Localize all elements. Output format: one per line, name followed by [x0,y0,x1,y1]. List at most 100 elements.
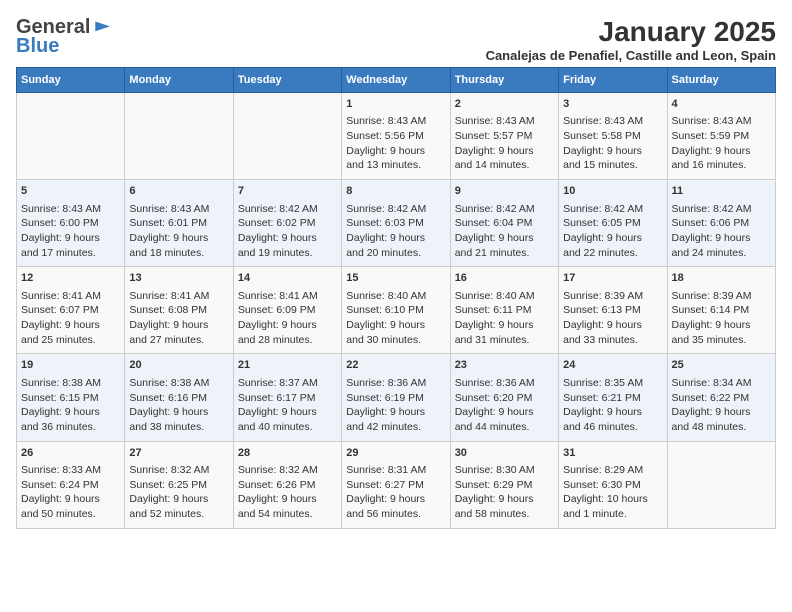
day-number: 25 [672,358,771,373]
day-info-line: and 30 minutes. [346,333,445,348]
logo-flag-icon [92,21,110,35]
day-info-line: and 48 minutes. [672,420,771,435]
day-number: 23 [455,358,554,373]
calendar-cell: 21Sunrise: 8:37 AMSunset: 6:17 PMDayligh… [233,354,341,441]
calendar-cell: 14Sunrise: 8:41 AMSunset: 6:09 PMDayligh… [233,267,341,354]
day-info-line: Sunrise: 8:32 AM [129,463,228,478]
day-info-line: Daylight: 9 hours [346,144,445,159]
day-info-line: Daylight: 9 hours [346,318,445,333]
weekday-header-row: SundayMondayTuesdayWednesdayThursdayFrid… [17,68,776,93]
day-info-line: Daylight: 9 hours [238,405,337,420]
day-info-line: Sunrise: 8:36 AM [346,376,445,391]
day-info-line: Daylight: 9 hours [672,231,771,246]
day-info-line: Sunset: 6:02 PM [238,216,337,231]
month-title: January 2025 [486,16,776,48]
day-number: 17 [563,271,662,286]
day-info-line: and 15 minutes. [563,158,662,173]
calendar-cell: 11Sunrise: 8:42 AMSunset: 6:06 PMDayligh… [667,180,775,267]
title-block: January 2025 Canalejas de Penafiel, Cast… [486,16,776,63]
day-info-line: Sunrise: 8:42 AM [672,202,771,217]
day-info-line: Daylight: 9 hours [238,318,337,333]
day-info-line: Sunset: 6:08 PM [129,303,228,318]
day-info-line: Daylight: 9 hours [21,492,120,507]
calendar-cell: 5Sunrise: 8:43 AMSunset: 6:00 PMDaylight… [17,180,125,267]
day-info-line: Sunset: 5:58 PM [563,129,662,144]
day-info-line: Sunset: 6:11 PM [455,303,554,318]
day-number: 26 [21,446,120,461]
day-number: 13 [129,271,228,286]
weekday-header-wednesday: Wednesday [342,68,450,93]
calendar-cell [125,93,233,180]
day-info-line: Daylight: 9 hours [672,405,771,420]
calendar-cell: 27Sunrise: 8:32 AMSunset: 6:25 PMDayligh… [125,441,233,528]
day-info-line: Daylight: 9 hours [21,405,120,420]
calendar-week-row: 19Sunrise: 8:38 AMSunset: 6:15 PMDayligh… [17,354,776,441]
weekday-header-tuesday: Tuesday [233,68,341,93]
day-number: 4 [672,97,771,112]
day-number: 28 [238,446,337,461]
calendar-cell: 7 Sunrise: 8:42 AMSunset: 6:02 PMDaylight… [233,180,341,267]
day-info-line: Sunrise: 8:30 AM [455,463,554,478]
calendar-cell: 22Sunrise: 8:36 AMSunset: 6:19 PMDayligh… [342,354,450,441]
day-info-line: and 22 minutes. [563,246,662,261]
day-info-line: and 33 minutes. [563,333,662,348]
day-info-line: Sunset: 6:04 PM [455,216,554,231]
day-info-line: and 16 minutes. [672,158,771,173]
calendar-cell: 3Sunrise: 8:43 AMSunset: 5:58 PMDaylight… [559,93,667,180]
day-info-line: Sunset: 6:05 PM [563,216,662,231]
day-number: 15 [346,271,445,286]
day-info-line: Sunrise: 8:43 AM [346,114,445,129]
calendar-cell: 6Sunrise: 8:43 AMSunset: 6:01 PMDaylight… [125,180,233,267]
day-info-line: Sunset: 6:15 PM [21,391,120,406]
day-info-line: and 14 minutes. [455,158,554,173]
day-info-line: and 50 minutes. [21,507,120,522]
day-number: 16 [455,271,554,286]
day-info-line: Sunrise: 8:33 AM [21,463,120,478]
calendar-week-row: 26Sunrise: 8:33 AMSunset: 6:24 PMDayligh… [17,441,776,528]
day-info-line: Daylight: 9 hours [238,492,337,507]
day-info-line: Sunrise: 8:34 AM [672,376,771,391]
day-info-line: Sunrise: 8:42 AM [238,202,337,217]
day-info-line: Sunset: 6:14 PM [672,303,771,318]
day-info-line: Sunrise: 8:43 AM [672,114,771,129]
day-info-line: Sunset: 6:09 PM [238,303,337,318]
day-number: 29 [346,446,445,461]
day-info-line: Daylight: 9 hours [455,405,554,420]
day-info-line: Sunset: 6:07 PM [21,303,120,318]
day-info-line: Sunset: 6:22 PM [672,391,771,406]
weekday-header-saturday: Saturday [667,68,775,93]
page-header: General Blue January 2025 Canalejas de P… [16,16,776,63]
day-number: 8 [346,184,445,199]
logo: General Blue [16,16,110,58]
day-number: 7 [238,184,337,199]
day-number: 2 [455,97,554,112]
day-info-line: Sunset: 6:17 PM [238,391,337,406]
day-number: 10 [563,184,662,199]
day-info-line: Sunset: 6:06 PM [672,216,771,231]
calendar-cell: 9Sunrise: 8:42 AMSunset: 6:04 PMDaylight… [450,180,558,267]
day-info-line: Sunrise: 8:42 AM [455,202,554,217]
day-info-line: Sunrise: 8:38 AM [21,376,120,391]
day-info-line: Sunrise: 8:41 AM [238,289,337,304]
day-info-line: Daylight: 9 hours [563,144,662,159]
day-info-line: Daylight: 9 hours [346,492,445,507]
day-info-line: and 13 minutes. [346,158,445,173]
day-info-line: Sunset: 6:30 PM [563,478,662,493]
day-info-line: Sunset: 6:29 PM [455,478,554,493]
day-info-line: Sunset: 6:03 PM [346,216,445,231]
day-info-line: Daylight: 9 hours [129,318,228,333]
day-info-line: and 28 minutes. [238,333,337,348]
calendar-week-row: 1Sunrise: 8:43 AMSunset: 5:56 PMDaylight… [17,93,776,180]
day-info-line: Daylight: 9 hours [455,318,554,333]
day-info-line: Sunset: 5:57 PM [455,129,554,144]
day-info-line: and 46 minutes. [563,420,662,435]
calendar-cell: 16Sunrise: 8:40 AMSunset: 6:11 PMDayligh… [450,267,558,354]
day-info-line: Daylight: 9 hours [129,405,228,420]
day-info-line: Daylight: 9 hours [238,231,337,246]
day-info-line: Daylight: 9 hours [455,231,554,246]
calendar-cell: 4Sunrise: 8:43 AMSunset: 5:59 PMDaylight… [667,93,775,180]
calendar-cell: 18Sunrise: 8:39 AMSunset: 6:14 PMDayligh… [667,267,775,354]
day-info-line: Sunrise: 8:39 AM [563,289,662,304]
calendar-cell: 28Sunrise: 8:32 AMSunset: 6:26 PMDayligh… [233,441,341,528]
calendar-cell: 13Sunrise: 8:41 AMSunset: 6:08 PMDayligh… [125,267,233,354]
